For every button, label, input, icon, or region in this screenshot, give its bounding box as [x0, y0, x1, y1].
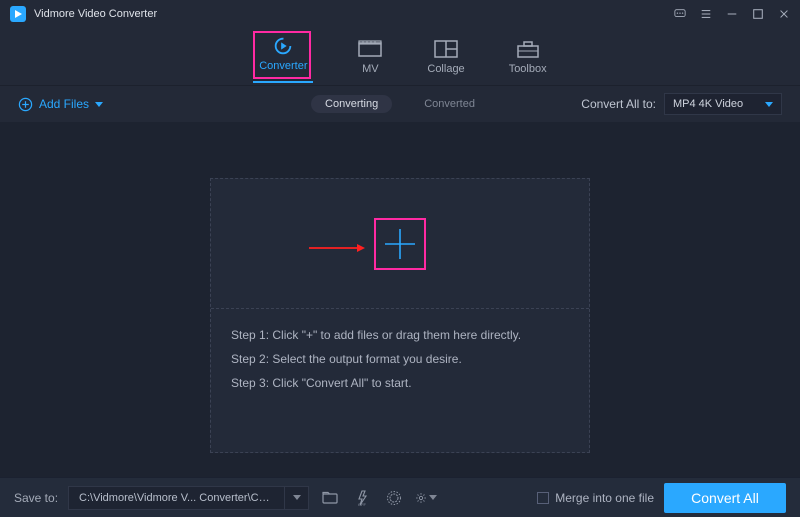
output-format-select[interactable]: MP4 4K Video — [664, 93, 782, 115]
step-text: Step 3: Click "Convert All" to start. — [231, 371, 569, 395]
app-title: Vidmore Video Converter — [34, 8, 674, 20]
menu-icon[interactable] — [700, 8, 712, 20]
feedback-icon[interactable] — [674, 8, 686, 20]
arrow-annotation — [309, 242, 365, 256]
tab-converted[interactable]: Converted — [410, 95, 489, 113]
save-path-box[interactable]: C:\Vidmore\Vidmore V... Converter\Conver… — [68, 486, 309, 510]
settings-button[interactable] — [415, 487, 437, 509]
mv-icon — [357, 39, 383, 59]
work-area: Step 1: Click "+" to add files or drag t… — [0, 122, 800, 477]
add-file-plus-button[interactable] — [374, 218, 426, 270]
maximize-button[interactable] — [752, 8, 764, 20]
nav-tab-converter[interactable]: Converter — [253, 36, 313, 78]
app-logo — [10, 6, 26, 22]
nav-tab-label: Converter — [259, 60, 307, 72]
step-text: Step 1: Click "+" to add files or drag t… — [231, 323, 569, 347]
merge-checkbox[interactable]: Merge into one file — [537, 491, 654, 505]
footer-bar: Save to: C:\Vidmore\Vidmore V... Convert… — [0, 477, 800, 517]
chevron-down-icon — [293, 495, 301, 500]
minimize-button[interactable] — [726, 8, 738, 20]
converter-icon — [270, 36, 296, 56]
collage-icon — [433, 39, 459, 59]
sub-toolbar: Add Files Converting Converted Convert A… — [0, 86, 800, 122]
nav-tab-toolbox[interactable]: Toolbox — [509, 39, 547, 75]
chevron-down-icon — [429, 495, 437, 500]
step-text: Step 2: Select the output format you des… — [231, 347, 569, 371]
save-path-text: C:\Vidmore\Vidmore V... Converter\Conver… — [69, 492, 284, 504]
nav-tab-collage[interactable]: Collage — [427, 39, 464, 75]
save-path-dropdown[interactable] — [284, 486, 308, 510]
hardware-accel-button[interactable]: OFF — [351, 487, 373, 509]
convert-all-to-label: Convert All to: — [581, 97, 656, 111]
nav-tab-label: MV — [362, 63, 379, 75]
svg-text:OFF: OFF — [358, 502, 367, 506]
instruction-steps: Step 1: Click "+" to add files or drag t… — [211, 309, 589, 409]
nav-tab-label: Collage — [427, 63, 464, 75]
add-files-button[interactable]: Add Files — [18, 97, 103, 112]
chevron-down-icon — [765, 102, 773, 107]
save-to-label: Save to: — [14, 491, 58, 505]
chevron-down-icon — [95, 102, 103, 107]
toolbox-icon — [515, 39, 541, 59]
tab-converting[interactable]: Converting — [311, 95, 392, 113]
nav-tab-label: Toolbox — [509, 63, 547, 75]
dropzone[interactable]: Step 1: Click "+" to add files or drag t… — [210, 178, 590, 453]
open-folder-button[interactable] — [319, 487, 341, 509]
nav-tab-mv[interactable]: MV — [357, 39, 383, 75]
merge-label: Merge into one file — [555, 491, 654, 505]
close-button[interactable] — [778, 8, 790, 20]
checkbox-icon — [537, 492, 549, 504]
convert-all-button[interactable]: Convert All — [664, 483, 786, 513]
format-selected-value: MP4 4K Video — [673, 98, 743, 110]
titlebar: Vidmore Video Converter — [0, 0, 800, 28]
add-files-label: Add Files — [39, 97, 89, 111]
main-nav: Converter MV Collage Toolbox — [0, 28, 800, 86]
high-speed-button[interactable] — [383, 487, 405, 509]
